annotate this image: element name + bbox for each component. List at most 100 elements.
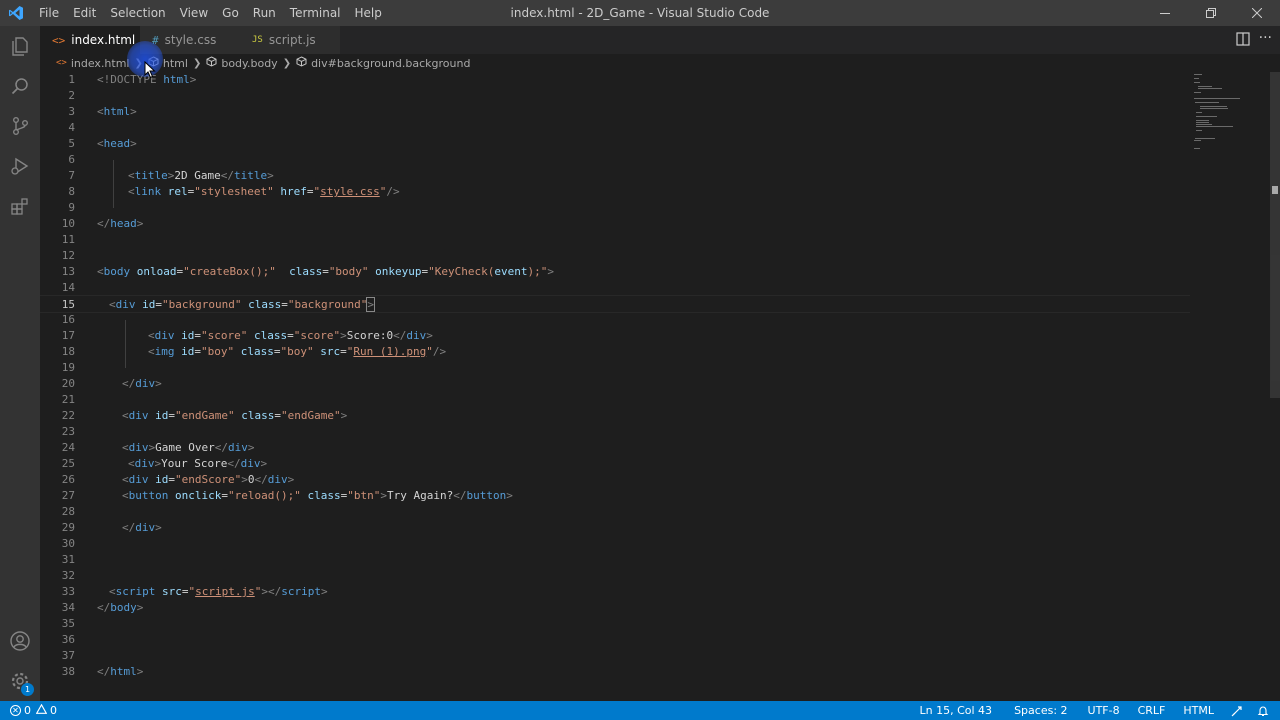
tab-script-js[interactable]: JS script.js: [240, 26, 340, 54]
line-number: 32: [61, 569, 75, 582]
notifications-bell-icon[interactable]: [1251, 705, 1280, 717]
minimap-line: [1194, 140, 1201, 141]
element-cube-icon: [206, 56, 217, 70]
code-line: </head>: [97, 217, 144, 230]
code-line: <div>Your Score</div>: [128, 457, 268, 470]
editor-tabs: <> index.html ✕ # style.css JS script.js…: [40, 26, 1280, 54]
breadcrumb-label: index.html: [70, 56, 130, 70]
code-line: <div id="endScore">0</div>: [122, 473, 295, 486]
html-file-icon: <>: [52, 33, 66, 47]
code-line: </div>: [122, 377, 162, 390]
line-number: 14: [61, 281, 75, 294]
code-editor[interactable]: 1 2 3 4 5 6 7 8 9 10 11 12 13 14 15 16 17 18 19 20 21 22 23 24 2…: [40, 72, 1280, 701]
line-number-row: 19: [40, 360, 1190, 376]
minimap-line: [1195, 102, 1219, 103]
link-run-png[interactable]: Run (1).png: [353, 345, 426, 358]
code-line: <button onclick="reload();" class="btn">…: [122, 489, 513, 502]
matching-bracket: >: [366, 297, 375, 312]
line-number: 16: [61, 313, 75, 326]
line-number-row: 31: [40, 552, 1190, 568]
line-number: 9: [68, 201, 75, 214]
line-number-row: 21: [40, 392, 1190, 408]
line-number: 31: [61, 553, 75, 566]
js-file-icon: JS: [252, 35, 263, 45]
split-editor-icon[interactable]: [1236, 32, 1250, 49]
line-number-row: 37: [40, 648, 1190, 664]
warning-count: 0: [50, 704, 57, 717]
menu-edit[interactable]: Edit: [66, 0, 103, 26]
run-debug-icon[interactable]: [0, 146, 40, 186]
extensions-icon[interactable]: [0, 186, 40, 226]
line-number: 30: [61, 537, 75, 550]
menu-run[interactable]: Run: [246, 0, 283, 26]
scrollbar-thumb[interactable]: [1270, 72, 1280, 398]
code-line: </body>: [97, 601, 144, 614]
account-icon[interactable]: [0, 621, 40, 661]
minimize-icon: [1160, 13, 1170, 14]
vertical-scrollbar[interactable]: [1270, 72, 1280, 701]
manage-gear-icon[interactable]: 1: [0, 661, 40, 701]
activity-bar: 1: [0, 26, 40, 701]
window-controls: [1142, 0, 1280, 26]
cursor-position-marker: [1272, 186, 1278, 194]
tab-label: index.html: [71, 33, 136, 47]
minimap-line: [1196, 120, 1209, 121]
files-icon[interactable]: [0, 26, 40, 66]
restore-icon: [1206, 8, 1216, 18]
minimize-button[interactable]: [1142, 0, 1188, 26]
feedback-icon[interactable]: [1223, 705, 1251, 717]
problems-indicator[interactable]: ✕ 0 0: [0, 703, 63, 717]
chevron-right-icon: ❯: [192, 57, 202, 69]
language-mode[interactable]: HTML: [1174, 704, 1223, 717]
line-number-row: 36: [40, 632, 1190, 648]
line-number: 28: [61, 505, 75, 518]
code-line: <img id="boy" class="boy" src="Run (1).p…: [148, 345, 447, 358]
title-bar: File Edit Selection View Go Run Terminal…: [0, 0, 1280, 26]
minimap-line: [1194, 92, 1201, 93]
code-line: </div>: [122, 521, 162, 534]
minimap-line: [1195, 138, 1215, 139]
warning-icon: [35, 703, 48, 717]
menu-file[interactable]: File: [32, 0, 66, 26]
tab-index-html[interactable]: <> index.html ✕: [40, 26, 154, 54]
menu-terminal[interactable]: Terminal: [283, 0, 348, 26]
line-number: 21: [61, 393, 75, 406]
breadcrumb-file[interactable]: <> index.html: [56, 57, 130, 70]
menu-view[interactable]: View: [173, 0, 215, 26]
menu-bar: File Edit Selection View Go Run Terminal…: [32, 0, 389, 26]
line-number-row: 14: [40, 280, 1190, 296]
menu-go[interactable]: Go: [215, 0, 246, 26]
restore-button[interactable]: [1188, 0, 1234, 26]
line-number-row: 30: [40, 536, 1190, 552]
breadcrumb: <> index.html ❯ html ❯ body.body ❯ div#b…: [40, 54, 1280, 72]
line-number: 6: [68, 153, 75, 166]
line-number-row: 6: [40, 152, 1190, 168]
breadcrumb-div[interactable]: div#background.background: [296, 56, 470, 70]
link-style-css[interactable]: style.css: [320, 185, 380, 198]
line-number: 23: [61, 425, 75, 438]
minimap[interactable]: [1190, 72, 1270, 701]
breadcrumb-body[interactable]: body.body: [206, 56, 278, 70]
link-script-js[interactable]: script.js: [195, 585, 255, 598]
source-control-icon[interactable]: [0, 106, 40, 146]
line-number: 11: [61, 233, 75, 246]
line-number-row: 28: [40, 504, 1190, 520]
indentation[interactable]: Spaces: 2: [1003, 704, 1078, 717]
line-number-row: 12: [40, 248, 1190, 264]
search-icon[interactable]: [0, 66, 40, 106]
line-number-row: 16: [40, 312, 1190, 328]
encoding[interactable]: UTF-8: [1079, 704, 1129, 717]
menu-help[interactable]: Help: [348, 0, 389, 26]
line-endings[interactable]: CRLF: [1129, 704, 1175, 717]
line-number: 4: [68, 121, 75, 134]
tab-label: style.css: [164, 33, 217, 47]
more-actions-icon[interactable]: ···: [1259, 30, 1272, 46]
code-line: <title>2D Game</title>: [128, 169, 274, 182]
code-line: <script src="script.js"></script>: [109, 585, 328, 598]
html-file-icon: <>: [56, 58, 67, 68]
element-cube-icon: [296, 56, 307, 70]
menu-selection[interactable]: Selection: [103, 0, 172, 26]
code-line: <html>: [97, 105, 137, 118]
cursor-position[interactable]: Ln 15, Col 43: [909, 704, 1004, 717]
close-window-button[interactable]: [1234, 0, 1280, 26]
